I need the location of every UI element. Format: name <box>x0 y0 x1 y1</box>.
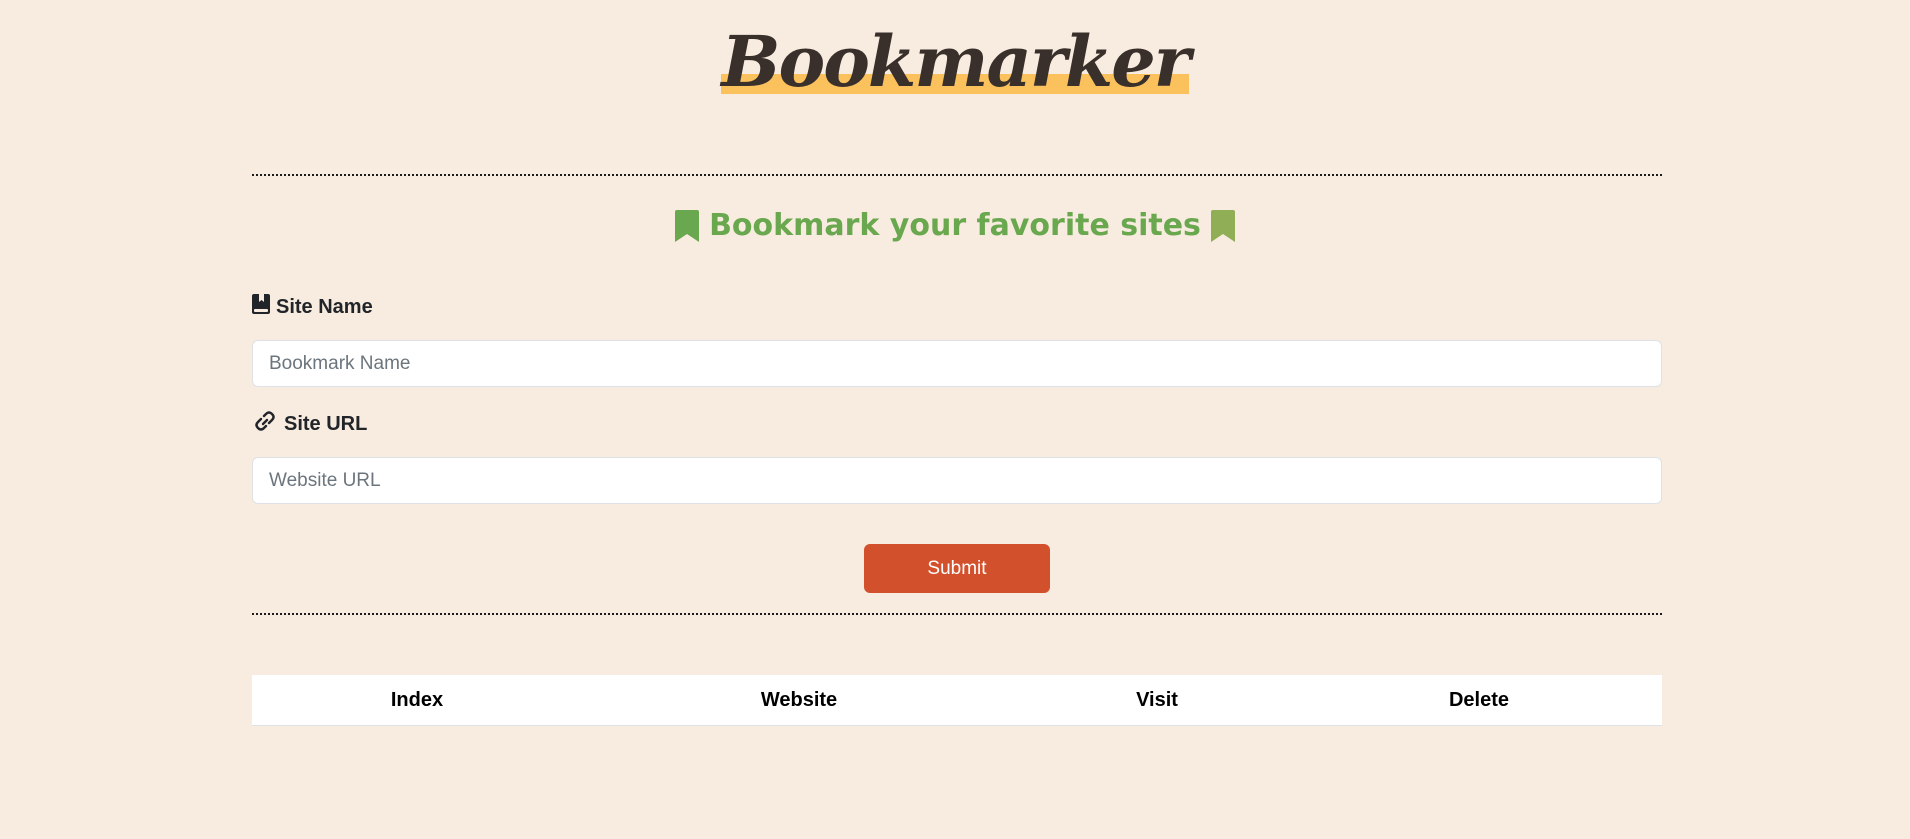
site-name-label-text: Site Name <box>276 295 373 318</box>
tagline: Bookmark your favorite sites <box>0 208 1910 243</box>
bookmarks-table-header: Index Website Visit Delete <box>252 675 1662 726</box>
header: Bookmarker <box>0 22 1910 102</box>
column-header-visit: Visit <box>1136 689 1178 711</box>
site-url-label-text: Site URL <box>284 412 368 435</box>
site-url-input[interactable] <box>252 457 1662 504</box>
column-header-delete: Delete <box>1448 689 1510 711</box>
bookmark-icon <box>675 209 700 242</box>
site-name-input[interactable] <box>252 340 1662 387</box>
top-divider <box>252 174 1662 176</box>
link-icon <box>252 411 278 437</box>
app-title-text: Bookmarker <box>721 20 1190 103</box>
column-header-website: Website <box>760 689 838 711</box>
tagline-text: Bookmark your favorite sites <box>709 208 1201 243</box>
page: Bookmarker Bookmark your favorite sites … <box>0 0 1910 839</box>
bookmark-icon <box>1210 209 1235 242</box>
column-header-index: Index <box>390 689 444 711</box>
app-title: Bookmarker <box>721 20 1191 103</box>
book-bookmark-icon <box>252 294 270 320</box>
submit-button[interactable]: Submit <box>864 544 1050 593</box>
site-name-label: Site Name <box>252 294 373 320</box>
bottom-divider <box>252 613 1662 615</box>
site-url-label: Site URL <box>252 411 367 437</box>
